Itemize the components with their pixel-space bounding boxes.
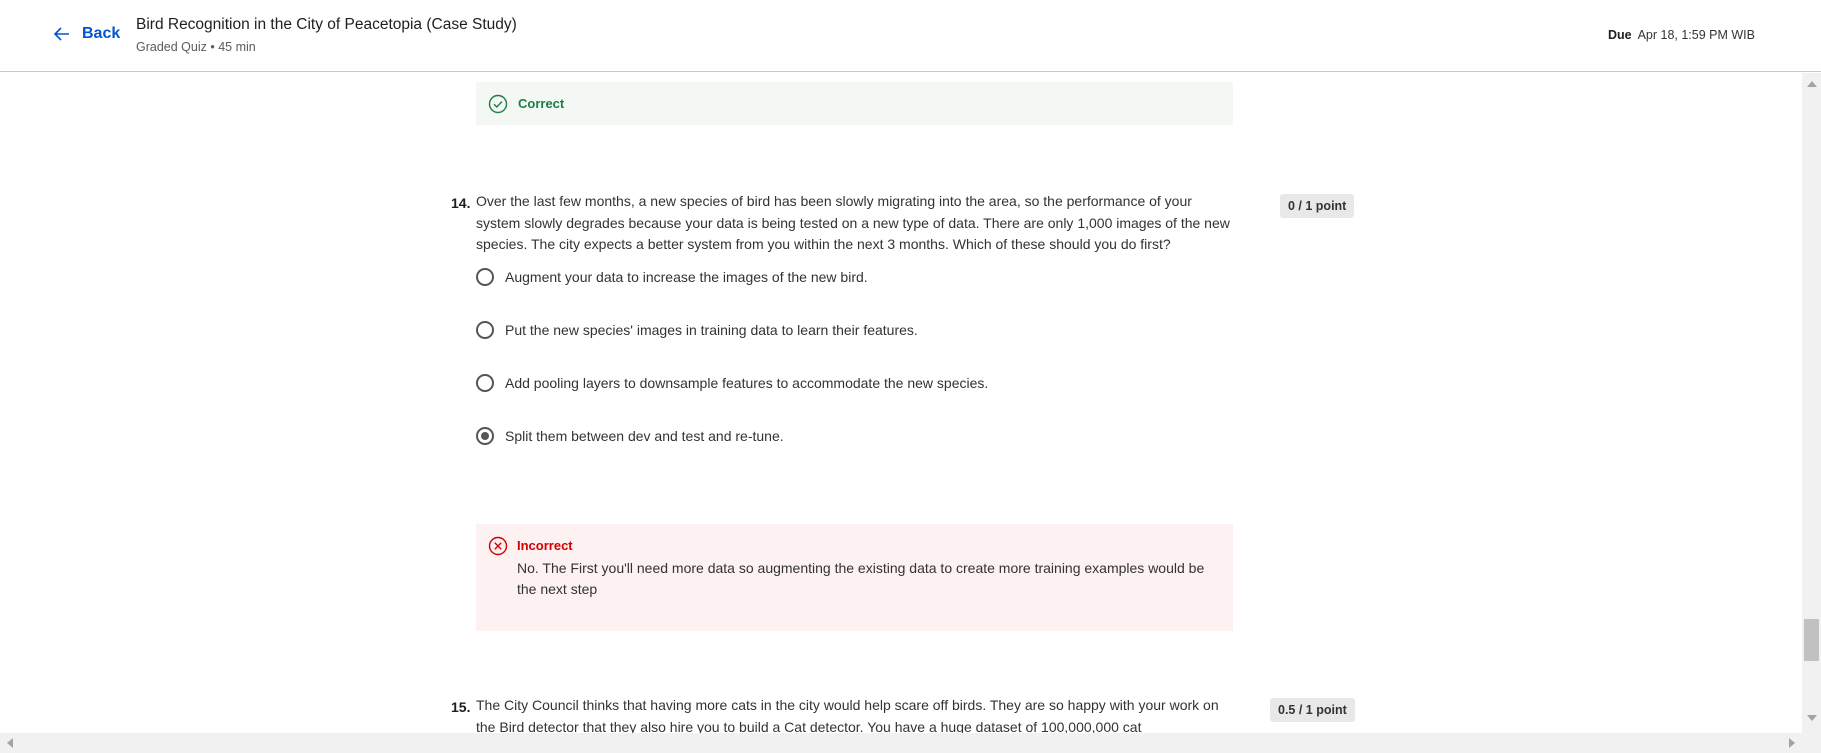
correct-feedback: Correct — [476, 82, 1233, 125]
page-header: Back Bird Recognition in the City of Pea… — [0, 0, 1821, 72]
option-label: Split them between dev and test and re-t… — [505, 428, 784, 444]
scroll-right-icon[interactable] — [1789, 738, 1795, 748]
vertical-scrollbar[interactable] — [1802, 73, 1821, 733]
option-label: Augment your data to increase the images… — [505, 269, 868, 285]
points-badge: 0 / 1 point — [1280, 194, 1355, 218]
scroll-up-icon[interactable] — [1807, 81, 1817, 87]
question-text: Over the last few months, a new species … — [476, 193, 1230, 252]
quiz-subtitle: Graded Quiz • 45 min — [136, 40, 256, 54]
x-circle-icon — [488, 536, 508, 556]
points-badge: 0.5 / 1 point — [1270, 698, 1355, 722]
scroll-left-icon[interactable] — [7, 738, 13, 748]
radio-button-selected[interactable] — [476, 427, 494, 445]
answer-option[interactable]: Augment your data to increase the images… — [476, 268, 868, 286]
incorrect-feedback: Incorrect No. The First you'll need more… — [476, 524, 1233, 631]
back-label: Back — [82, 25, 121, 42]
back-button[interactable]: Back — [52, 24, 120, 44]
radio-button[interactable] — [476, 374, 494, 392]
answer-option[interactable]: Put the new species' images in training … — [476, 321, 918, 339]
quiz-content: Correct 14. Over the last few months, a … — [0, 73, 1802, 733]
scroll-thumb[interactable] — [1804, 619, 1819, 661]
question-number: 14. — [451, 195, 471, 211]
feedback-text: No. The First you'll need more data so a… — [517, 560, 1205, 597]
check-circle-icon — [488, 94, 508, 113]
quiz-title: Bird Recognition in the City of Peacetop… — [136, 16, 517, 33]
radio-button[interactable] — [476, 321, 494, 339]
scroll-down-icon[interactable] — [1807, 715, 1817, 721]
incorrect-label: Incorrect — [517, 538, 573, 553]
correct-label: Correct — [518, 96, 565, 111]
option-label: Add pooling layers to downsample feature… — [505, 375, 989, 391]
radio-button[interactable] — [476, 268, 494, 286]
answer-option-selected[interactable]: Split them between dev and test and re-t… — [476, 427, 784, 445]
option-label: Put the new species' images in training … — [505, 322, 918, 338]
scrollbar-corner — [1802, 733, 1821, 753]
question-number: 15. — [451, 699, 471, 715]
due-label: Due — [1607, 28, 1632, 42]
due-value: Apr 18, 1:59 PM WIB — [1637, 28, 1755, 42]
due-date: Due Apr 18, 1:59 PM WIB — [1608, 28, 1755, 42]
arrow-left-icon — [53, 27, 69, 41]
answer-option[interactable]: Add pooling layers to downsample feature… — [476, 374, 988, 392]
horizontal-scrollbar[interactable] — [0, 733, 1802, 753]
question-text: The City Council thinks that having more… — [476, 697, 1219, 733]
